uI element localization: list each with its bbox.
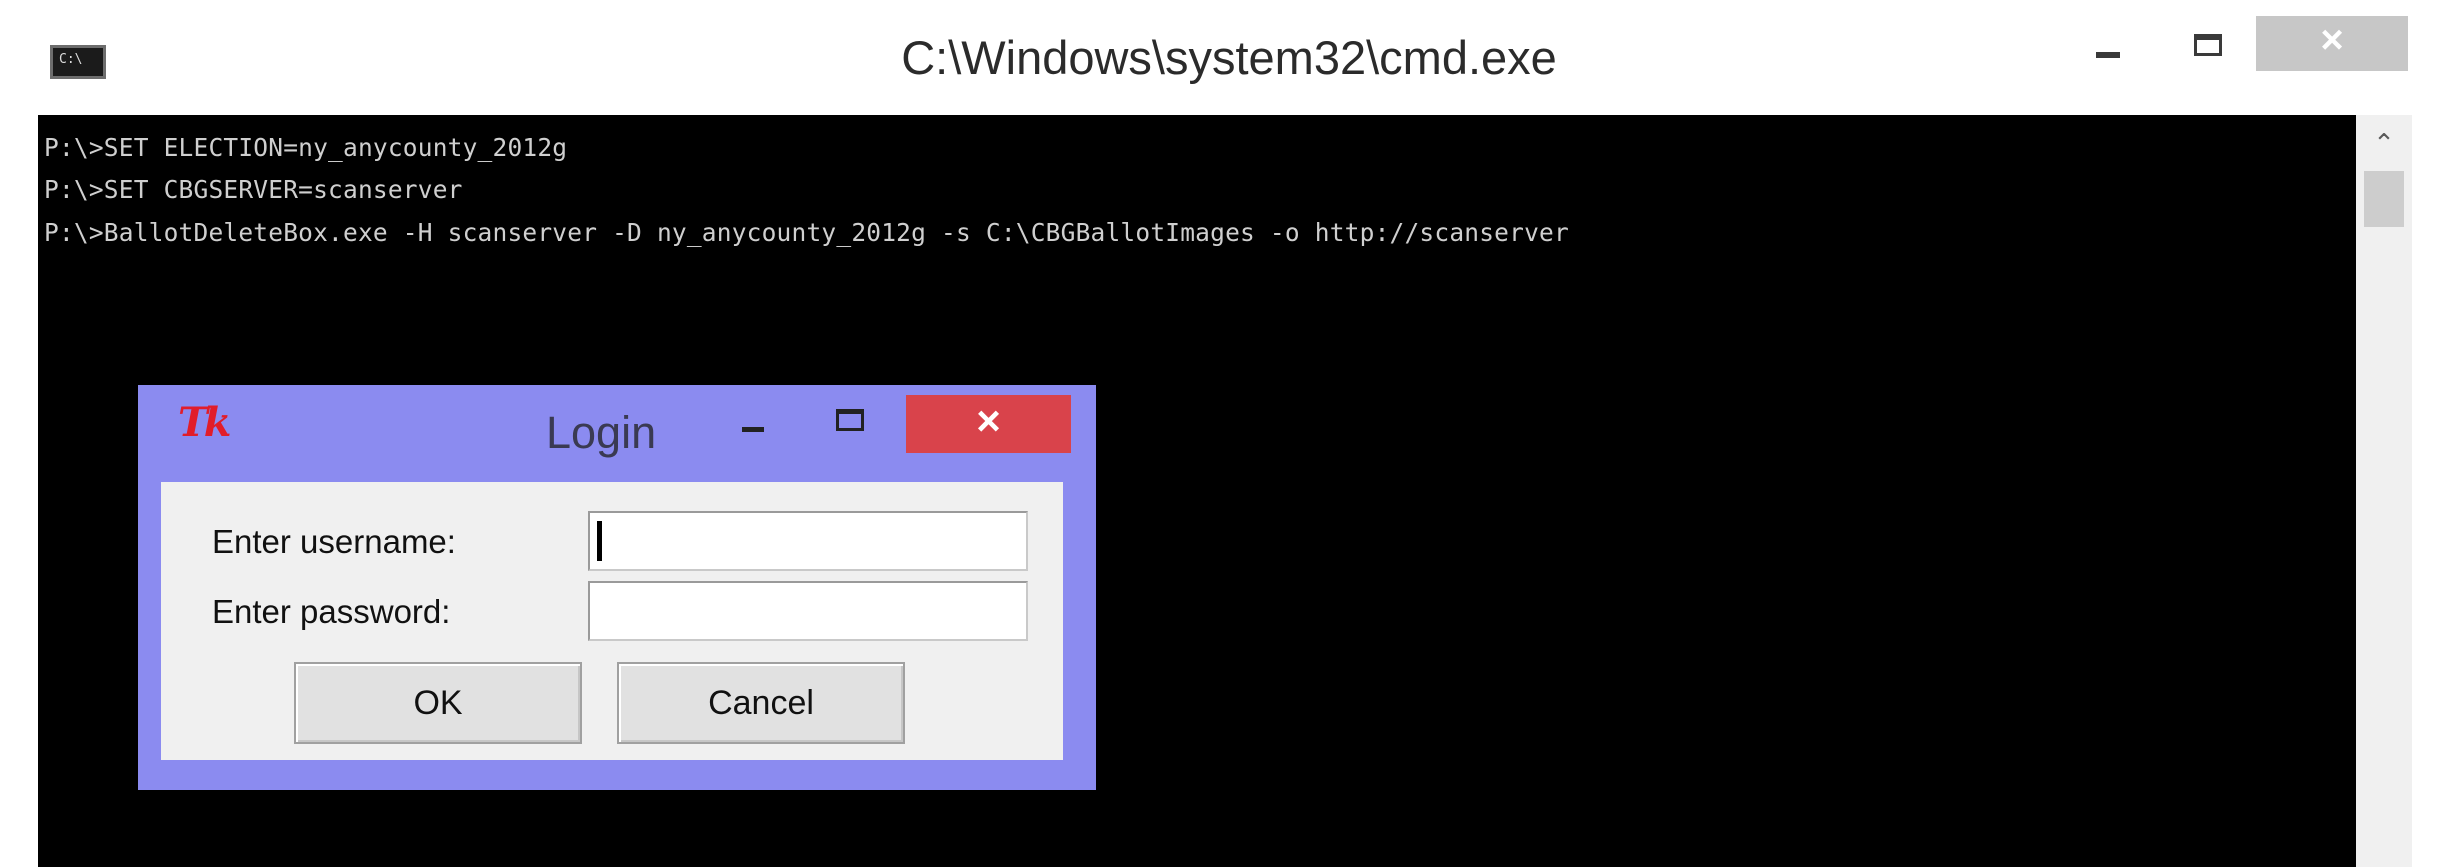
close-icon: × bbox=[2320, 18, 2344, 62]
username-field-wrap bbox=[588, 511, 1028, 571]
cmd-window: C:\ C:\Windows\system32\cmd.exe × P:\>SE… bbox=[0, 0, 2458, 867]
cmd-titlebar[interactable]: C:\ C:\Windows\system32\cmd.exe × bbox=[0, 0, 2458, 115]
console-line: P:\>SET CBGSERVER=scanserver bbox=[44, 175, 463, 204]
cmd-close-button[interactable]: × bbox=[2256, 16, 2408, 71]
ok-button[interactable]: OK bbox=[294, 662, 582, 744]
window-edge bbox=[2412, 0, 2458, 867]
text-cursor bbox=[597, 521, 602, 561]
login-dialog: Tk Login × Enter username: Enter passwor… bbox=[138, 385, 1096, 790]
console-line: P:\>SET ELECTION=ny_anycounty_2012g bbox=[44, 133, 568, 162]
cmd-maximize-button[interactable] bbox=[2180, 28, 2240, 68]
console-line: P:\>BallotDeleteBox.exe -H scanserver -D… bbox=[44, 218, 1569, 247]
login-titlebar[interactable]: Tk Login × bbox=[138, 385, 1096, 470]
scroll-up-arrow-icon[interactable]: ⌃ bbox=[2356, 115, 2412, 171]
close-icon: × bbox=[976, 397, 1001, 444]
username-field[interactable] bbox=[588, 511, 1028, 571]
password-field[interactable] bbox=[588, 581, 1028, 641]
login-minimize-button[interactable] bbox=[734, 411, 774, 441]
login-form: Enter username: Enter password: OK Cance… bbox=[161, 482, 1063, 760]
login-maximize-button[interactable] bbox=[828, 405, 872, 441]
login-title: Login bbox=[546, 407, 657, 458]
scrollbar-thumb[interactable] bbox=[2364, 171, 2404, 227]
cmd-minimize-button[interactable] bbox=[2080, 34, 2140, 68]
login-close-button[interactable]: × bbox=[906, 395, 1071, 453]
cancel-button[interactable]: Cancel bbox=[617, 662, 905, 744]
username-label: Enter username: bbox=[212, 523, 456, 560]
vertical-scrollbar[interactable]: ⌃ bbox=[2356, 115, 2412, 867]
tk-logo-icon: Tk bbox=[178, 399, 232, 446]
password-label: Enter password: bbox=[212, 593, 451, 630]
